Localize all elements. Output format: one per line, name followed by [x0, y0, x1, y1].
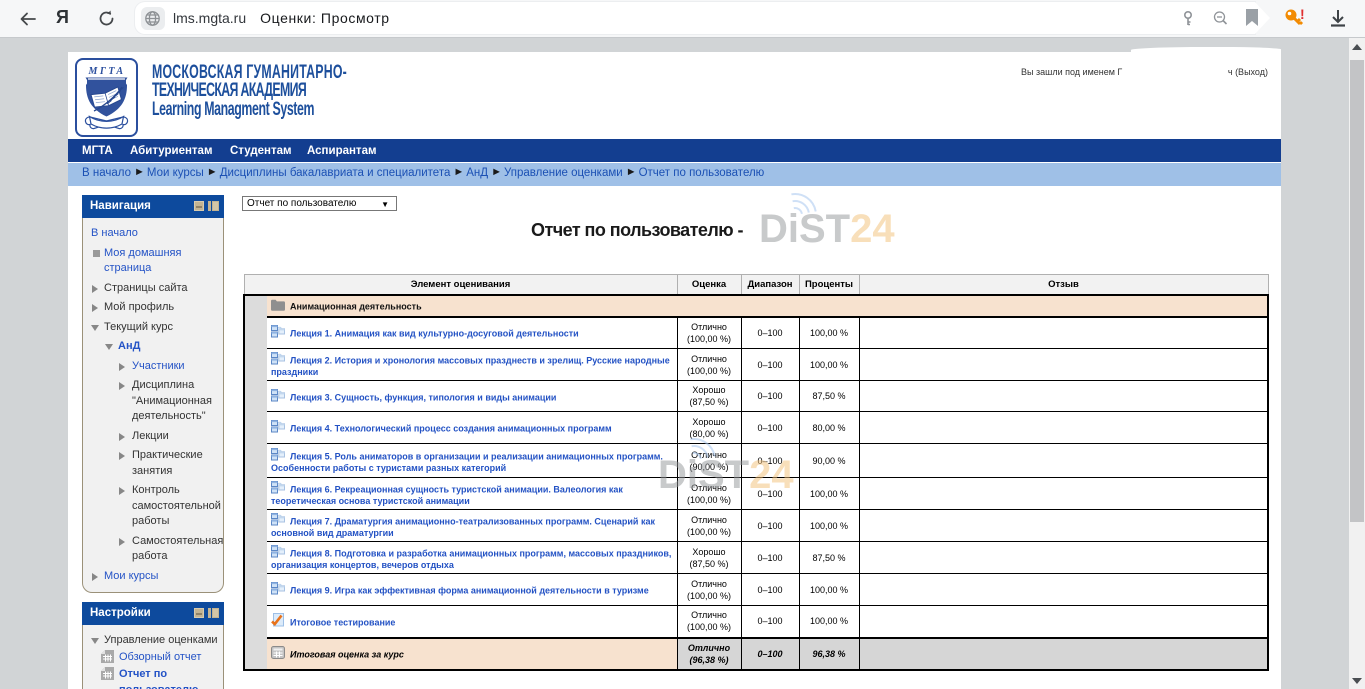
- svg-text:МГТА: МГТА: [87, 66, 125, 77]
- svg-text:!: !: [1300, 7, 1305, 22]
